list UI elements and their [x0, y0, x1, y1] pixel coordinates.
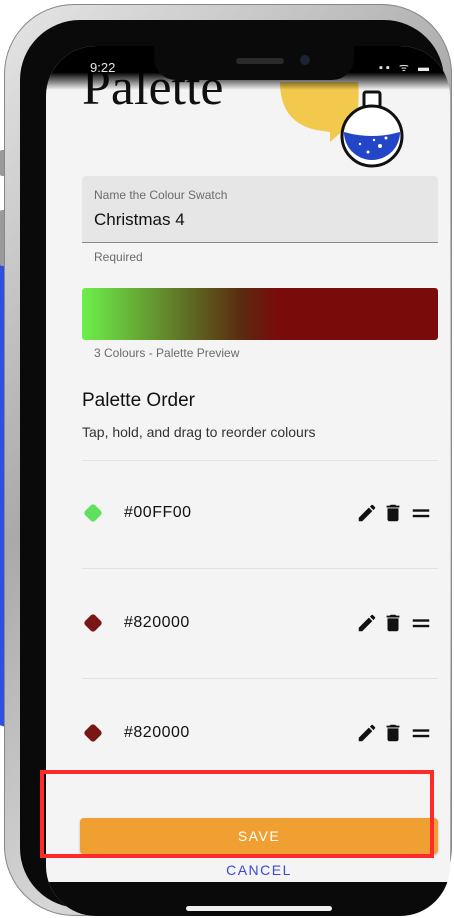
color-hex-label: #820000 — [124, 614, 190, 631]
status-time: 9:22 — [90, 60, 116, 75]
field-helper-text: Required — [94, 250, 143, 264]
palette-order-subtitle: Tap, hold, and drag to reorder colours — [82, 424, 316, 440]
status-icons: ▪▪ ᯤ ▬ — [379, 62, 432, 74]
delete-trash-icon[interactable] — [382, 612, 404, 634]
delete-trash-icon[interactable] — [382, 502, 404, 524]
color-row-2[interactable]: #820000 — [82, 604, 438, 644]
divider — [82, 568, 438, 569]
delete-trash-icon[interactable] — [382, 722, 404, 744]
drag-handle-icon[interactable] — [410, 502, 432, 524]
divider — [82, 678, 438, 679]
edit-pencil-icon[interactable] — [356, 502, 378, 524]
highlight-box — [40, 770, 434, 858]
swatch-name-field[interactable]: Name the Colour Swatch Christmas 4 — [82, 176, 438, 243]
drag-handle-icon[interactable] — [410, 722, 432, 744]
cancel-button[interactable]: CANCEL — [80, 862, 438, 882]
edit-pencil-icon[interactable] — [356, 612, 378, 634]
color-hex-label: #00FF00 — [124, 504, 192, 521]
palette-order-title: Palette Order — [82, 390, 195, 411]
edit-pencil-icon[interactable] — [356, 722, 378, 744]
palette-preview-caption: 3 Colours - Palette Preview — [94, 346, 240, 360]
speaker-icon — [236, 58, 284, 64]
swatch-name-input[interactable]: Christmas 4 — [94, 210, 185, 230]
notch — [154, 46, 354, 80]
palette-preview-bar — [82, 288, 438, 340]
color-swatch-icon — [83, 723, 103, 743]
field-label: Name the Colour Swatch — [94, 188, 228, 202]
color-row-1[interactable]: #00FF00 — [82, 494, 438, 534]
color-hex-label: #820000 — [124, 724, 190, 741]
color-row-3[interactable]: #820000 — [82, 714, 438, 754]
camera-icon — [300, 55, 310, 65]
color-swatch-icon — [83, 613, 103, 633]
drag-handle-icon[interactable] — [410, 612, 432, 634]
divider — [82, 460, 438, 461]
home-indicator[interactable] — [186, 906, 332, 911]
color-swatch-icon — [83, 503, 103, 523]
